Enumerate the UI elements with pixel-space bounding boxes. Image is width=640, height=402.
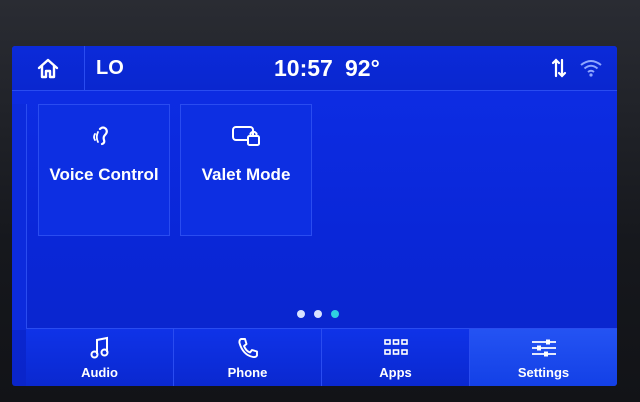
data-transfer-icon (551, 58, 567, 78)
previous-page-edge[interactable] (12, 104, 27, 330)
voice-control-icon (93, 126, 108, 146)
home-icon (37, 58, 59, 79)
apps-grid-icon (383, 339, 408, 355)
home-button[interactable] (12, 46, 85, 90)
settings-sliders-icon (531, 339, 556, 357)
phone-icon (237, 338, 258, 359)
climate-temperature[interactable]: LO (96, 46, 124, 90)
music-note-icon (90, 336, 108, 359)
nav-apps-button[interactable]: Apps (322, 329, 470, 386)
status-bar: LO 10:57 92° (12, 46, 617, 91)
sync-screen: LO 10:57 92° Voice Control Valet Mode Au… (12, 46, 617, 386)
nav-audio-label: Audio (81, 365, 118, 380)
bottom-navigation: Audio Phone Apps Settings (26, 328, 617, 386)
nav-phone-button[interactable]: Phone (174, 329, 322, 386)
nav-settings-button[interactable]: Settings (470, 329, 617, 386)
wifi-icon (580, 60, 602, 77)
valet-mode-tile[interactable]: Valet Mode (180, 104, 312, 236)
page-dot[interactable] (314, 310, 322, 318)
valet-lock-icon (232, 126, 260, 146)
page-dot[interactable] (297, 310, 305, 318)
nav-audio-button[interactable]: Audio (26, 329, 174, 386)
page-dot-active[interactable] (331, 310, 339, 318)
nav-phone-label: Phone (227, 365, 268, 380)
nav-settings-label: Settings (517, 365, 570, 380)
status-icons (551, 46, 603, 90)
voice-control-label: Voice Control (49, 165, 159, 184)
voice-control-tile[interactable]: Voice Control (38, 104, 170, 236)
nav-apps-label: Apps (379, 365, 412, 380)
outside-temperature: 92° (345, 55, 380, 81)
page-indicator (297, 310, 339, 318)
clock: 10:57 (274, 55, 333, 81)
valet-mode-label: Valet Mode (201, 165, 291, 184)
